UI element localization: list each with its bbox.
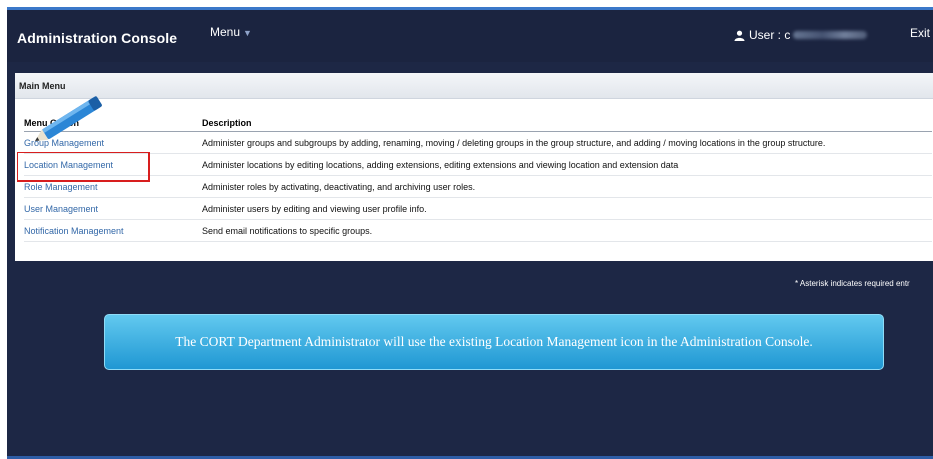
header-bar: Administration Console Menu ▼ User : c Ex… xyxy=(7,10,933,62)
callout-text: The CORT Department Administrator will u… xyxy=(175,334,813,349)
table-row: Location Management Administer locations… xyxy=(24,153,932,176)
app-title: Administration Console xyxy=(17,30,178,46)
panel-title: Main Menu xyxy=(19,81,66,91)
user-management-link[interactable]: User Management xyxy=(24,197,202,220)
table-row: Group Management Administer groups and s… xyxy=(24,131,932,154)
menu-dropdown[interactable]: Menu ▼ xyxy=(210,25,252,39)
table-row: Role Management Administer roles by acti… xyxy=(24,175,932,198)
row-description: Administer locations by editing location… xyxy=(202,153,932,176)
table-row: User Management Administer users by edit… xyxy=(24,197,932,220)
redacted-username xyxy=(793,31,868,39)
required-fields-note: * Asterisk indicates required entr xyxy=(795,279,910,288)
chevron-down-icon: ▼ xyxy=(243,28,252,38)
location-management-highlight-box xyxy=(17,152,150,182)
user-icon xyxy=(734,30,745,41)
table-header-row: Menu Option Description xyxy=(24,114,932,132)
row-description: Send email notifications to specific gro… xyxy=(202,219,932,242)
menu-label: Menu xyxy=(210,25,241,39)
pencil-icon xyxy=(35,96,102,141)
user-info: User : c xyxy=(734,28,868,42)
main-menu-panel: Main Menu Menu Option Description Group … xyxy=(15,73,933,261)
menu-table: Menu Option Description Group Management… xyxy=(24,114,932,242)
notification-management-link[interactable]: Notification Management xyxy=(24,219,202,242)
info-callout: The CORT Department Administrator will u… xyxy=(104,314,884,370)
row-description: Administer users by editing and viewing … xyxy=(202,197,932,220)
panel-header: Main Menu xyxy=(15,73,933,99)
exit-link[interactable]: Exit xyxy=(910,26,930,40)
user-label: User : c xyxy=(749,28,791,42)
column-header-description: Description xyxy=(202,114,932,132)
row-description: Administer groups and subgroups by addin… xyxy=(202,131,932,154)
table-row: Notification Management Send email notif… xyxy=(24,219,932,242)
app-window: Administration Console Menu ▼ User : c Ex… xyxy=(7,7,933,459)
row-description: Administer roles by activating, deactiva… xyxy=(202,175,932,198)
